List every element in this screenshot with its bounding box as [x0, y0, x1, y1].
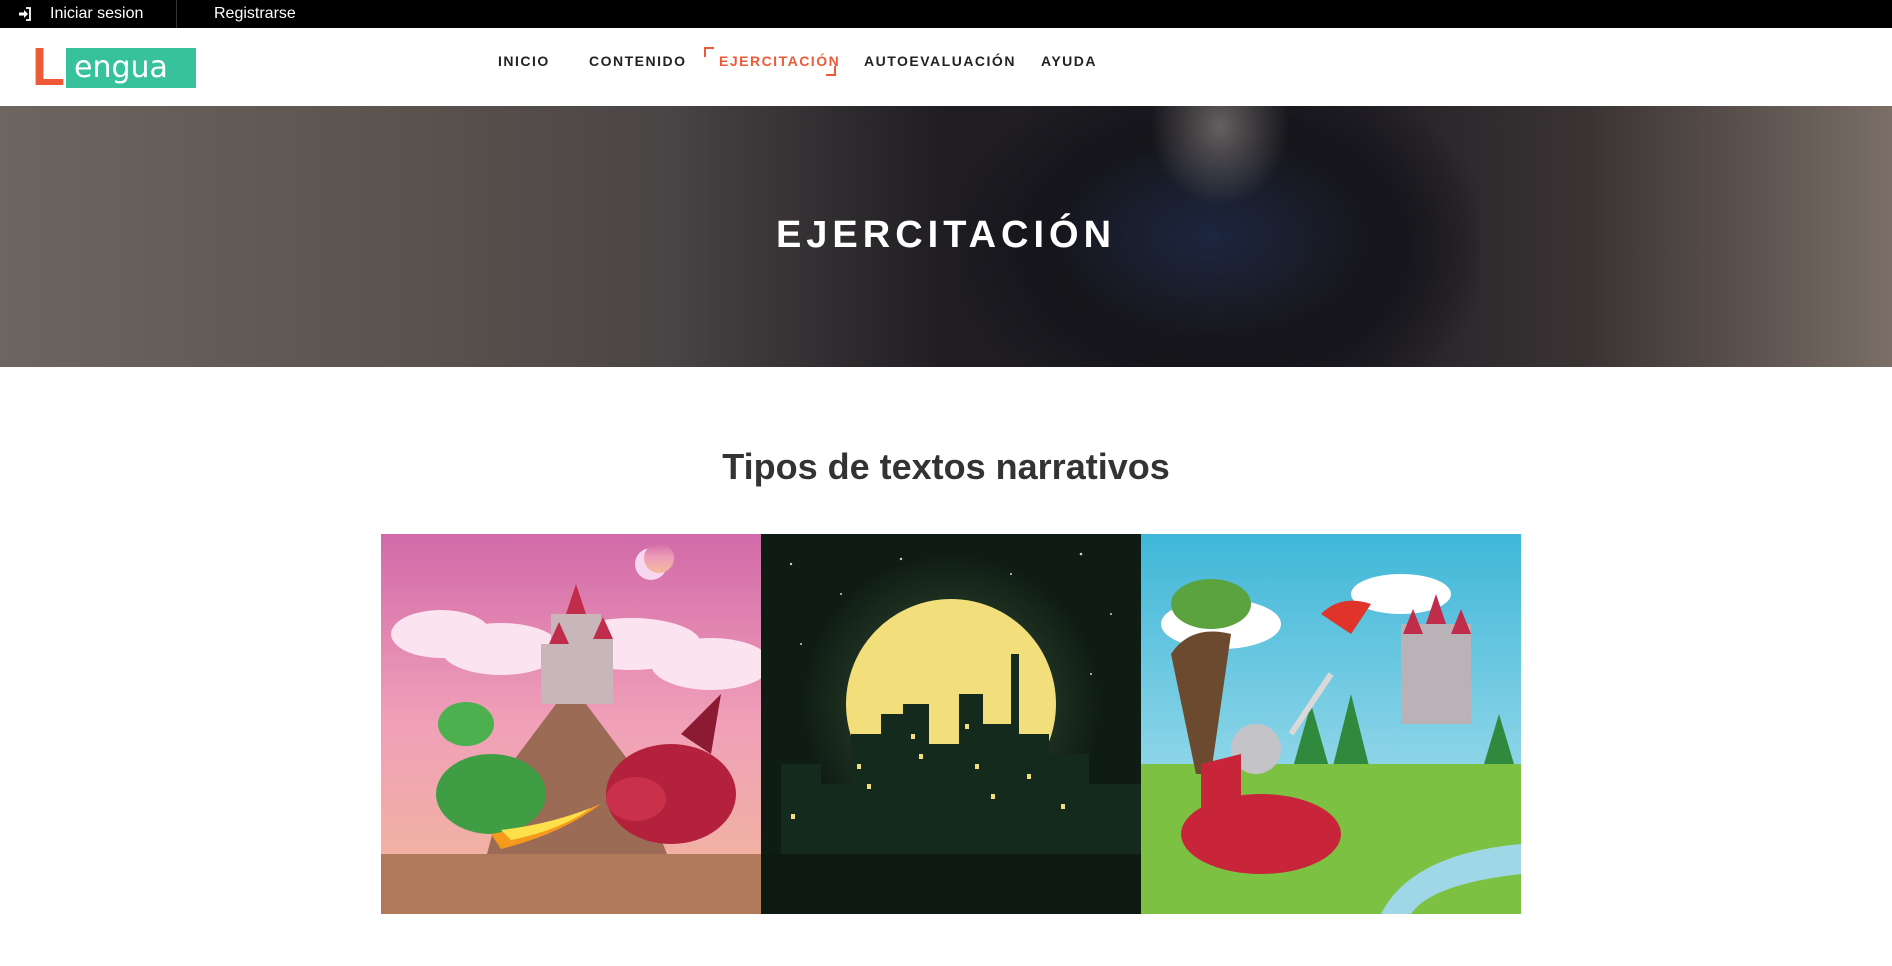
- sign-in-icon: [18, 7, 32, 21]
- register-label: Registrarse: [214, 5, 296, 22]
- nav-item-contenido[interactable]: CONTENIDO: [589, 53, 687, 69]
- hero-banner: EJERCITACIÓN: [0, 106, 1892, 367]
- active-bracket-bottom-right: [826, 66, 836, 76]
- active-bracket-top-left: [704, 47, 714, 57]
- nav-item-autoevaluacion[interactable]: AUTOEVALUACIÓN: [864, 53, 1016, 69]
- card-night-city[interactable]: [761, 534, 1141, 914]
- card-dragons-castle[interactable]: [381, 534, 761, 914]
- image-gallery: [381, 534, 1522, 915]
- login-label: Iniciar sesion: [50, 5, 144, 22]
- nav-item-inicio[interactable]: INICIO: [498, 53, 550, 69]
- hero-background-highlight: [1150, 106, 1290, 206]
- section-title: Tipos de textos narrativos: [722, 446, 1170, 487]
- night-city-image: [761, 534, 1141, 914]
- site-header: L engua INICIO CONTENIDO EJERCITACIÓN AU…: [0, 28, 1892, 106]
- knight-castle-image: [1141, 534, 1521, 914]
- dragons-castle-image: [381, 534, 761, 914]
- top-bar: Iniciar sesion Registrarse: [0, 0, 1892, 28]
- hero-title: EJERCITACIÓN: [775, 214, 1117, 256]
- login-link[interactable]: Iniciar sesion: [18, 0, 177, 28]
- main-nav: INICIO CONTENIDO EJERCITACIÓN AUTOEVALUA…: [0, 28, 1892, 106]
- card-knight-castle[interactable]: [1141, 534, 1521, 914]
- register-link[interactable]: Registrarse: [214, 0, 296, 28]
- nav-item-ayuda[interactable]: AYUDA: [1041, 53, 1097, 69]
- nav-item-ejercitacion[interactable]: EJERCITACIÓN: [719, 53, 840, 69]
